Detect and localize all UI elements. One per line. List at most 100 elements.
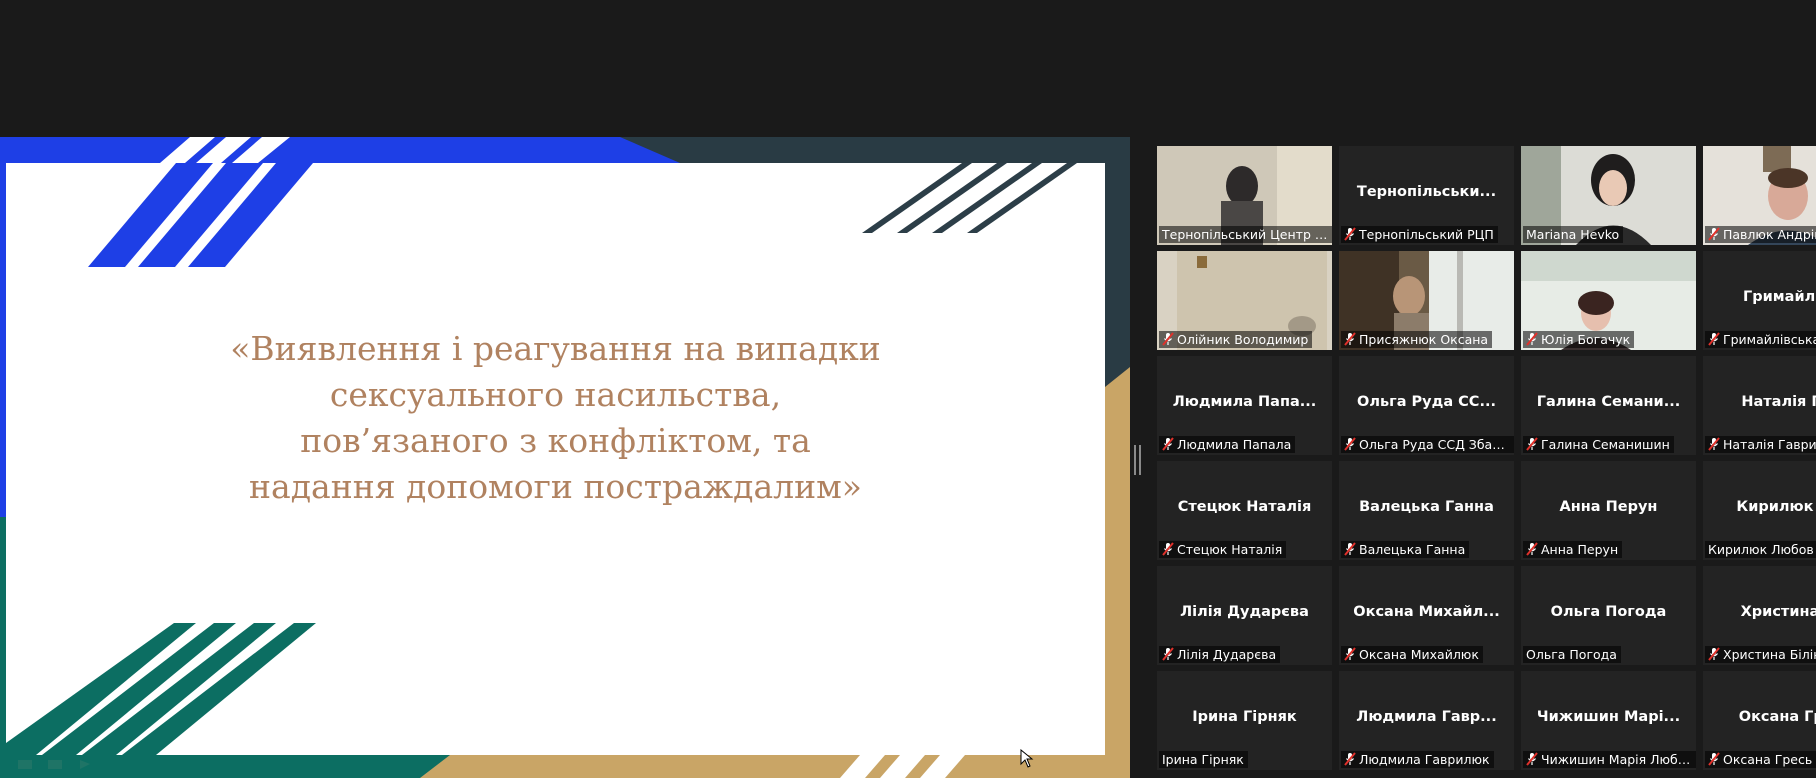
participant-tile[interactable]: Галина Семани... Галина Семанишин <box>1521 356 1696 455</box>
mic-off-icon <box>1526 542 1538 556</box>
participant-name-text: Ірина Гірняк <box>1162 752 1244 767</box>
participant-tile[interactable]: Присяжнюк Оксана <box>1339 251 1514 350</box>
participant-tile[interactable]: Валецька Ганна Валецька Ганна <box>1339 461 1514 560</box>
participant-tile[interactable]: Ольга Погода Ольга Погода <box>1521 566 1696 665</box>
participant-display-name: Оксана Грес <box>1738 709 1816 725</box>
participant-name-text: Олійник Володимир <box>1177 332 1309 347</box>
view-splitter-handle[interactable] <box>1134 445 1141 475</box>
participant-tile[interactable]: Кирилюк Лю Кирилюк Любов <box>1703 461 1816 560</box>
participant-name-label: Галина Семанишин <box>1523 436 1674 453</box>
participant-tile[interactable]: Юлія Богачук <box>1521 251 1696 350</box>
participant-tile[interactable]: Ірина Гірняк Ірина Гірняк <box>1157 671 1332 770</box>
participant-name-label: Христина Білінс <box>1705 646 1816 663</box>
participant-name-label: Кирилюк Любов <box>1705 541 1816 558</box>
mic-off-icon <box>1526 437 1538 451</box>
participant-name-text: Присяжнюк Оксана <box>1359 332 1489 347</box>
participant-name-text: Людмила Папала <box>1177 437 1292 452</box>
participant-tile[interactable]: Гримайлівс Гримайлівська <box>1703 251 1816 350</box>
mic-off-icon <box>1162 542 1174 556</box>
participant-tile[interactable]: Оксана Грес Оксана Гресь <box>1703 671 1816 770</box>
participant-name-text: Лілія Дударєва <box>1177 647 1277 662</box>
mic-off-icon <box>1344 647 1356 661</box>
mic-off-icon <box>1708 332 1720 346</box>
participant-tile[interactable]: Олійник Володимир <box>1157 251 1332 350</box>
participant-name-text: Тернопільський Центр ПК <box>1162 227 1332 242</box>
participant-display-name: Оксана Михайл... <box>1353 604 1500 620</box>
participant-display-name: Христина Бі <box>1740 604 1816 620</box>
slide-navy-stripes <box>862 163 1077 233</box>
participant-tile[interactable]: Павлюк Андрій <box>1703 146 1816 245</box>
participant-tile[interactable]: Христина Бі Христина Білінс <box>1703 566 1816 665</box>
participant-tile[interactable]: Чижишин Марі... Чижишин Марія Любо... <box>1521 671 1696 770</box>
participant-name-label: Оксана Михайлюк <box>1341 646 1483 663</box>
participant-name-label: Юлія Богачук <box>1523 331 1635 348</box>
participant-display-name: Гримайлівс <box>1743 289 1816 305</box>
participant-name-text: Тернопільський РЦП <box>1359 227 1494 242</box>
participant-name-text: Людмила Гаврилюк <box>1359 752 1490 767</box>
participant-name-label: Валецька Ганна <box>1341 541 1470 558</box>
mic-off-icon <box>1162 647 1174 661</box>
mic-off-icon <box>1344 332 1356 346</box>
mouse-cursor-icon <box>1020 749 1034 768</box>
participant-name-text: Стецюк Наталія <box>1177 542 1283 557</box>
participant-tile[interactable]: Наталія Гав Наталія Гаврил <box>1703 356 1816 455</box>
participant-name-label: Mariana Hevko <box>1523 226 1624 243</box>
participant-name-text: Христина Білінс <box>1723 647 1816 662</box>
participant-name-label: Чижишин Марія Любо... <box>1523 751 1696 768</box>
participant-name-label: Присяжнюк Оксана <box>1341 331 1493 348</box>
participant-tile[interactable]: Лілія Дударєва Лілія Дударєва <box>1157 566 1332 665</box>
participant-display-name: Людмила Гавр... <box>1356 709 1497 725</box>
participant-name-text: Кирилюк Любов <box>1708 542 1814 557</box>
mic-off-icon <box>1344 437 1356 451</box>
participant-display-name: Ольга Руда СС... <box>1357 394 1496 410</box>
participant-tile[interactable]: Тернопільський Центр ПК <box>1157 146 1332 245</box>
participant-display-name: Людмила Папа... <box>1172 394 1317 410</box>
presentation-slide: «Виявлення і реагування на випадки сексу… <box>6 163 1105 755</box>
participant-name-label: Анна Перун <box>1523 541 1623 558</box>
participant-tile[interactable]: Людмила Гавр... Людмила Гаврилюк <box>1339 671 1514 770</box>
participant-name-text: Павлюк Андрій <box>1723 227 1816 242</box>
mic-off-icon <box>1708 227 1720 241</box>
participant-tile[interactable]: Mariana Hevko <box>1521 146 1696 245</box>
participant-name-label: Ольга Погода <box>1523 646 1621 663</box>
participant-name-label: Людмила Папала <box>1159 436 1296 453</box>
participant-name-label: Тернопільський Центр ПК <box>1159 226 1332 243</box>
participant-tile[interactable]: Стецюк Наталія Стецюк Наталія <box>1157 461 1332 560</box>
participant-name-label: Оксана Гресь <box>1705 751 1816 768</box>
participant-name-text: Оксана Михайлюк <box>1359 647 1479 662</box>
participant-name-label: Павлюк Андрій <box>1705 226 1816 243</box>
participant-name-text: Галина Семанишин <box>1541 437 1670 452</box>
participant-name-text: Анна Перун <box>1541 542 1619 557</box>
mic-off-icon <box>1344 227 1356 241</box>
participant-name-label: Ольга Руда ССД Збара... <box>1341 436 1514 453</box>
participant-name-text: Оксана Гресь <box>1723 752 1813 767</box>
participant-name-label: Стецюк Наталія <box>1159 541 1287 558</box>
participant-display-name: Галина Семани... <box>1536 394 1681 410</box>
mic-off-icon <box>1708 647 1720 661</box>
participant-name-text: Валецька Ганна <box>1359 542 1466 557</box>
participant-name-text: Юлія Богачук <box>1541 332 1631 347</box>
mic-off-icon <box>1708 752 1720 766</box>
participant-tile[interactable]: Анна Перун Анна Перун <box>1521 461 1696 560</box>
participant-display-name: Лілія Дударєва <box>1180 604 1309 620</box>
slide-teal-stripes <box>6 623 316 755</box>
participant-name-label: Гримайлівська <box>1705 331 1816 348</box>
slide-nav-controls[interactable] <box>18 757 98 771</box>
mic-off-icon <box>1708 437 1720 451</box>
slide-title: «Виявлення і реагування на випадки сексу… <box>230 329 881 506</box>
participant-name-label: Олійник Володимир <box>1159 331 1313 348</box>
participant-name-text: Mariana Hevko <box>1526 227 1620 242</box>
participant-tile[interactable]: Ольга Руда СС... Ольга Руда ССД Збара... <box>1339 356 1514 455</box>
participant-tile[interactable]: Оксана Михайл... Оксана Михайлюк <box>1339 566 1514 665</box>
mic-off-icon <box>1526 752 1538 766</box>
participant-display-name: Ольга Погода <box>1550 604 1667 620</box>
participant-tile[interactable]: Тернопільськи... Тернопільський РЦП <box>1339 146 1514 245</box>
participant-name-label: Ірина Гірняк <box>1159 751 1248 768</box>
participant-name-text: Гримайлівська <box>1723 332 1816 347</box>
mic-off-icon <box>1162 332 1174 346</box>
participant-name-label: Наталія Гаврил <box>1705 436 1816 453</box>
participant-display-name: Наталія Гав <box>1741 394 1816 410</box>
participant-name-label: Лілія Дударєва <box>1159 646 1281 663</box>
participant-gallery: Тернопільський Центр ПК Тернопільськи... Т… <box>1157 146 1816 778</box>
participant-tile[interactable]: Людмила Папа... Людмила Папала <box>1157 356 1332 455</box>
